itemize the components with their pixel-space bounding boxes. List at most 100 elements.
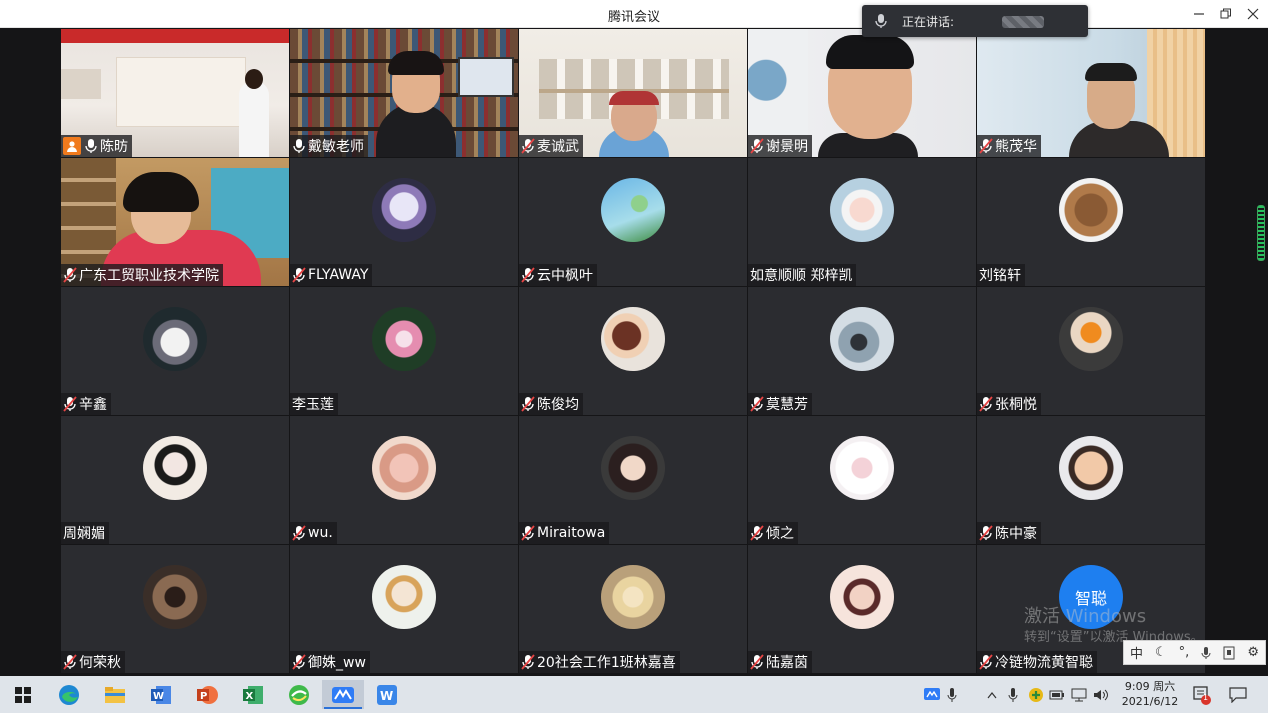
participant-name: 倾之 — [766, 526, 794, 542]
speaking-indicator[interactable]: 正在讲话: — [862, 5, 1088, 37]
participant-tile[interactable]: 御姝_ww — [290, 545, 518, 673]
mic-muted-icon — [979, 654, 993, 670]
start-button[interactable] — [8, 680, 38, 709]
mic-muted-icon — [63, 396, 77, 412]
gallery-scroll-indicator[interactable] — [1257, 205, 1265, 261]
participant-tile[interactable]: 20社会工作1班林嘉喜 — [519, 545, 747, 673]
participant-name: 陆嘉茵 — [766, 655, 808, 671]
microphone-icon-2 — [1008, 687, 1018, 702]
participant-tile[interactable]: FLYAWAY — [290, 158, 518, 286]
participant-tile[interactable]: 何荣秋 — [61, 545, 289, 673]
participant-tile[interactable]: 李玉莲 — [290, 287, 518, 415]
participant-tile[interactable]: 陈昉 — [61, 29, 289, 157]
taskbar-tencent-meeting[interactable] — [322, 680, 364, 709]
avatar — [143, 565, 207, 629]
participant-name-bar: 倾之 — [748, 522, 798, 544]
tray-mic2-icon[interactable] — [1005, 676, 1021, 713]
participant-tile[interactable]: 如意顺顺 郑梓凯 — [748, 158, 976, 286]
host-icon — [63, 137, 81, 155]
taskbar-file-explorer[interactable] — [100, 680, 130, 709]
minimize-icon — [1194, 13, 1204, 15]
participant-tile[interactable]: 熊茂华 — [977, 29, 1205, 157]
participant-tile[interactable]: 云中枫叶 — [519, 158, 747, 286]
participant-tile[interactable]: Miraitowa — [519, 416, 747, 544]
taskbar-wps[interactable]: W — [372, 680, 402, 709]
participant-tile[interactable]: wu. — [290, 416, 518, 544]
ime-toolbar[interactable]: 中 ☾ °, ⚙ — [1123, 640, 1266, 665]
participant-tile[interactable]: 周娴媚 — [61, 416, 289, 544]
screen: { "window": { "title": "腾讯会议" }, "speaki… — [0, 0, 1268, 713]
avatar — [143, 307, 207, 371]
tray-volume-icon[interactable] — [1092, 676, 1110, 713]
participant-tile[interactable]: 广东工贸职业技术学院 — [61, 158, 289, 286]
participant-tile[interactable]: 陈中豪 — [977, 416, 1205, 544]
ime-microphone-icon[interactable] — [1201, 646, 1211, 660]
taskbar-powerpoint[interactable]: P — [192, 680, 222, 709]
tencent-meeting-icon — [332, 686, 354, 703]
participant-name: 陈昉 — [100, 139, 128, 155]
meeting-tray-icon — [924, 687, 940, 700]
punctuation-icon[interactable]: °, — [1179, 645, 1190, 660]
action-center-button[interactable] — [1226, 676, 1250, 713]
taskbar-excel[interactable]: X — [238, 680, 268, 709]
edge-icon — [59, 684, 79, 705]
participant-tile[interactable]: 陈俊均 — [519, 287, 747, 415]
participant-tile[interactable]: 戴敏老师 — [290, 29, 518, 157]
participant-name-bar: 陈中豪 — [977, 522, 1041, 544]
avatar — [601, 565, 665, 629]
notification-center-button[interactable]: 1 — [1190, 676, 1214, 713]
participant-tile[interactable]: 谢景明 — [748, 29, 976, 157]
taskbar-360-browser[interactable] — [284, 680, 314, 709]
moon-icon[interactable]: ☾ — [1155, 645, 1167, 660]
mic-muted-icon — [63, 267, 77, 283]
avatar — [830, 565, 894, 629]
participant-tile[interactable]: 刘铭轩 — [977, 158, 1205, 286]
participant-tile[interactable]: 倾之 — [748, 416, 976, 544]
participant-tile[interactable]: 张桐悦 — [977, 287, 1205, 415]
participant-name-bar: 周娴媚 — [61, 522, 109, 544]
restore-button[interactable] — [1211, 0, 1241, 28]
taskbar-clock[interactable]: 9:09 周六 2021/6/12 — [1118, 679, 1182, 709]
participant-name: 戴敏老师 — [308, 139, 364, 155]
minimize-button[interactable] — [1184, 0, 1214, 28]
taskbar-edge[interactable] — [54, 680, 84, 709]
mic-muted-icon — [292, 525, 306, 541]
participant-tile[interactable]: 陆嘉茵 — [748, 545, 976, 673]
participant-name: 熊茂华 — [995, 139, 1037, 155]
speaking-label: 正在讲话: — [902, 15, 955, 29]
participant-name-bar: 戴敏老师 — [290, 135, 368, 157]
clock-time: 9:09 周六 — [1124, 680, 1176, 693]
participant-name: 冷链物流黄智聪 — [995, 655, 1093, 671]
mic-muted-icon — [521, 525, 535, 541]
tray-meeting-icon[interactable] — [922, 676, 942, 713]
close-button[interactable] — [1238, 0, 1268, 28]
participant-name: 莫慧芳 — [766, 397, 808, 413]
restore-icon — [1220, 8, 1231, 19]
speaker-name-blurred — [1002, 16, 1044, 28]
participant-tile[interactable]: 莫慧芳 — [748, 287, 976, 415]
settings-icon[interactable]: ⚙ — [1247, 645, 1259, 660]
tray-mic-icon[interactable] — [944, 676, 960, 713]
participant-name: 如意顺顺 郑梓凯 — [750, 268, 853, 284]
mic-muted-icon — [521, 396, 535, 412]
tray-network-icon[interactable] — [1070, 676, 1088, 713]
network-icon — [1071, 688, 1087, 701]
participant-name: 麦诚武 — [537, 139, 579, 155]
participant-tile[interactable]: 麦诚武 — [519, 29, 747, 157]
mic-muted-icon — [979, 525, 993, 541]
ime-mode[interactable]: 中 — [1130, 643, 1143, 662]
keyboard-icon[interactable] — [1223, 646, 1235, 660]
avatar — [372, 307, 436, 371]
show-hidden-icons[interactable] — [984, 676, 1000, 713]
chevron-up-icon — [987, 691, 997, 698]
mic-muted-icon — [292, 267, 306, 283]
folder-icon — [105, 686, 125, 703]
tray-security-icon[interactable] — [1027, 676, 1045, 713]
taskbar-word[interactable]: W — [146, 680, 176, 709]
participant-name: 20社会工作1班林嘉喜 — [537, 655, 676, 671]
participant-name-bar: 如意顺顺 郑梓凯 — [748, 264, 857, 286]
tray-battery-icon[interactable] — [1048, 676, 1066, 713]
microphone-icon — [875, 14, 887, 28]
participant-tile[interactable]: 辛鑫 — [61, 287, 289, 415]
mic-muted-icon — [521, 138, 535, 154]
